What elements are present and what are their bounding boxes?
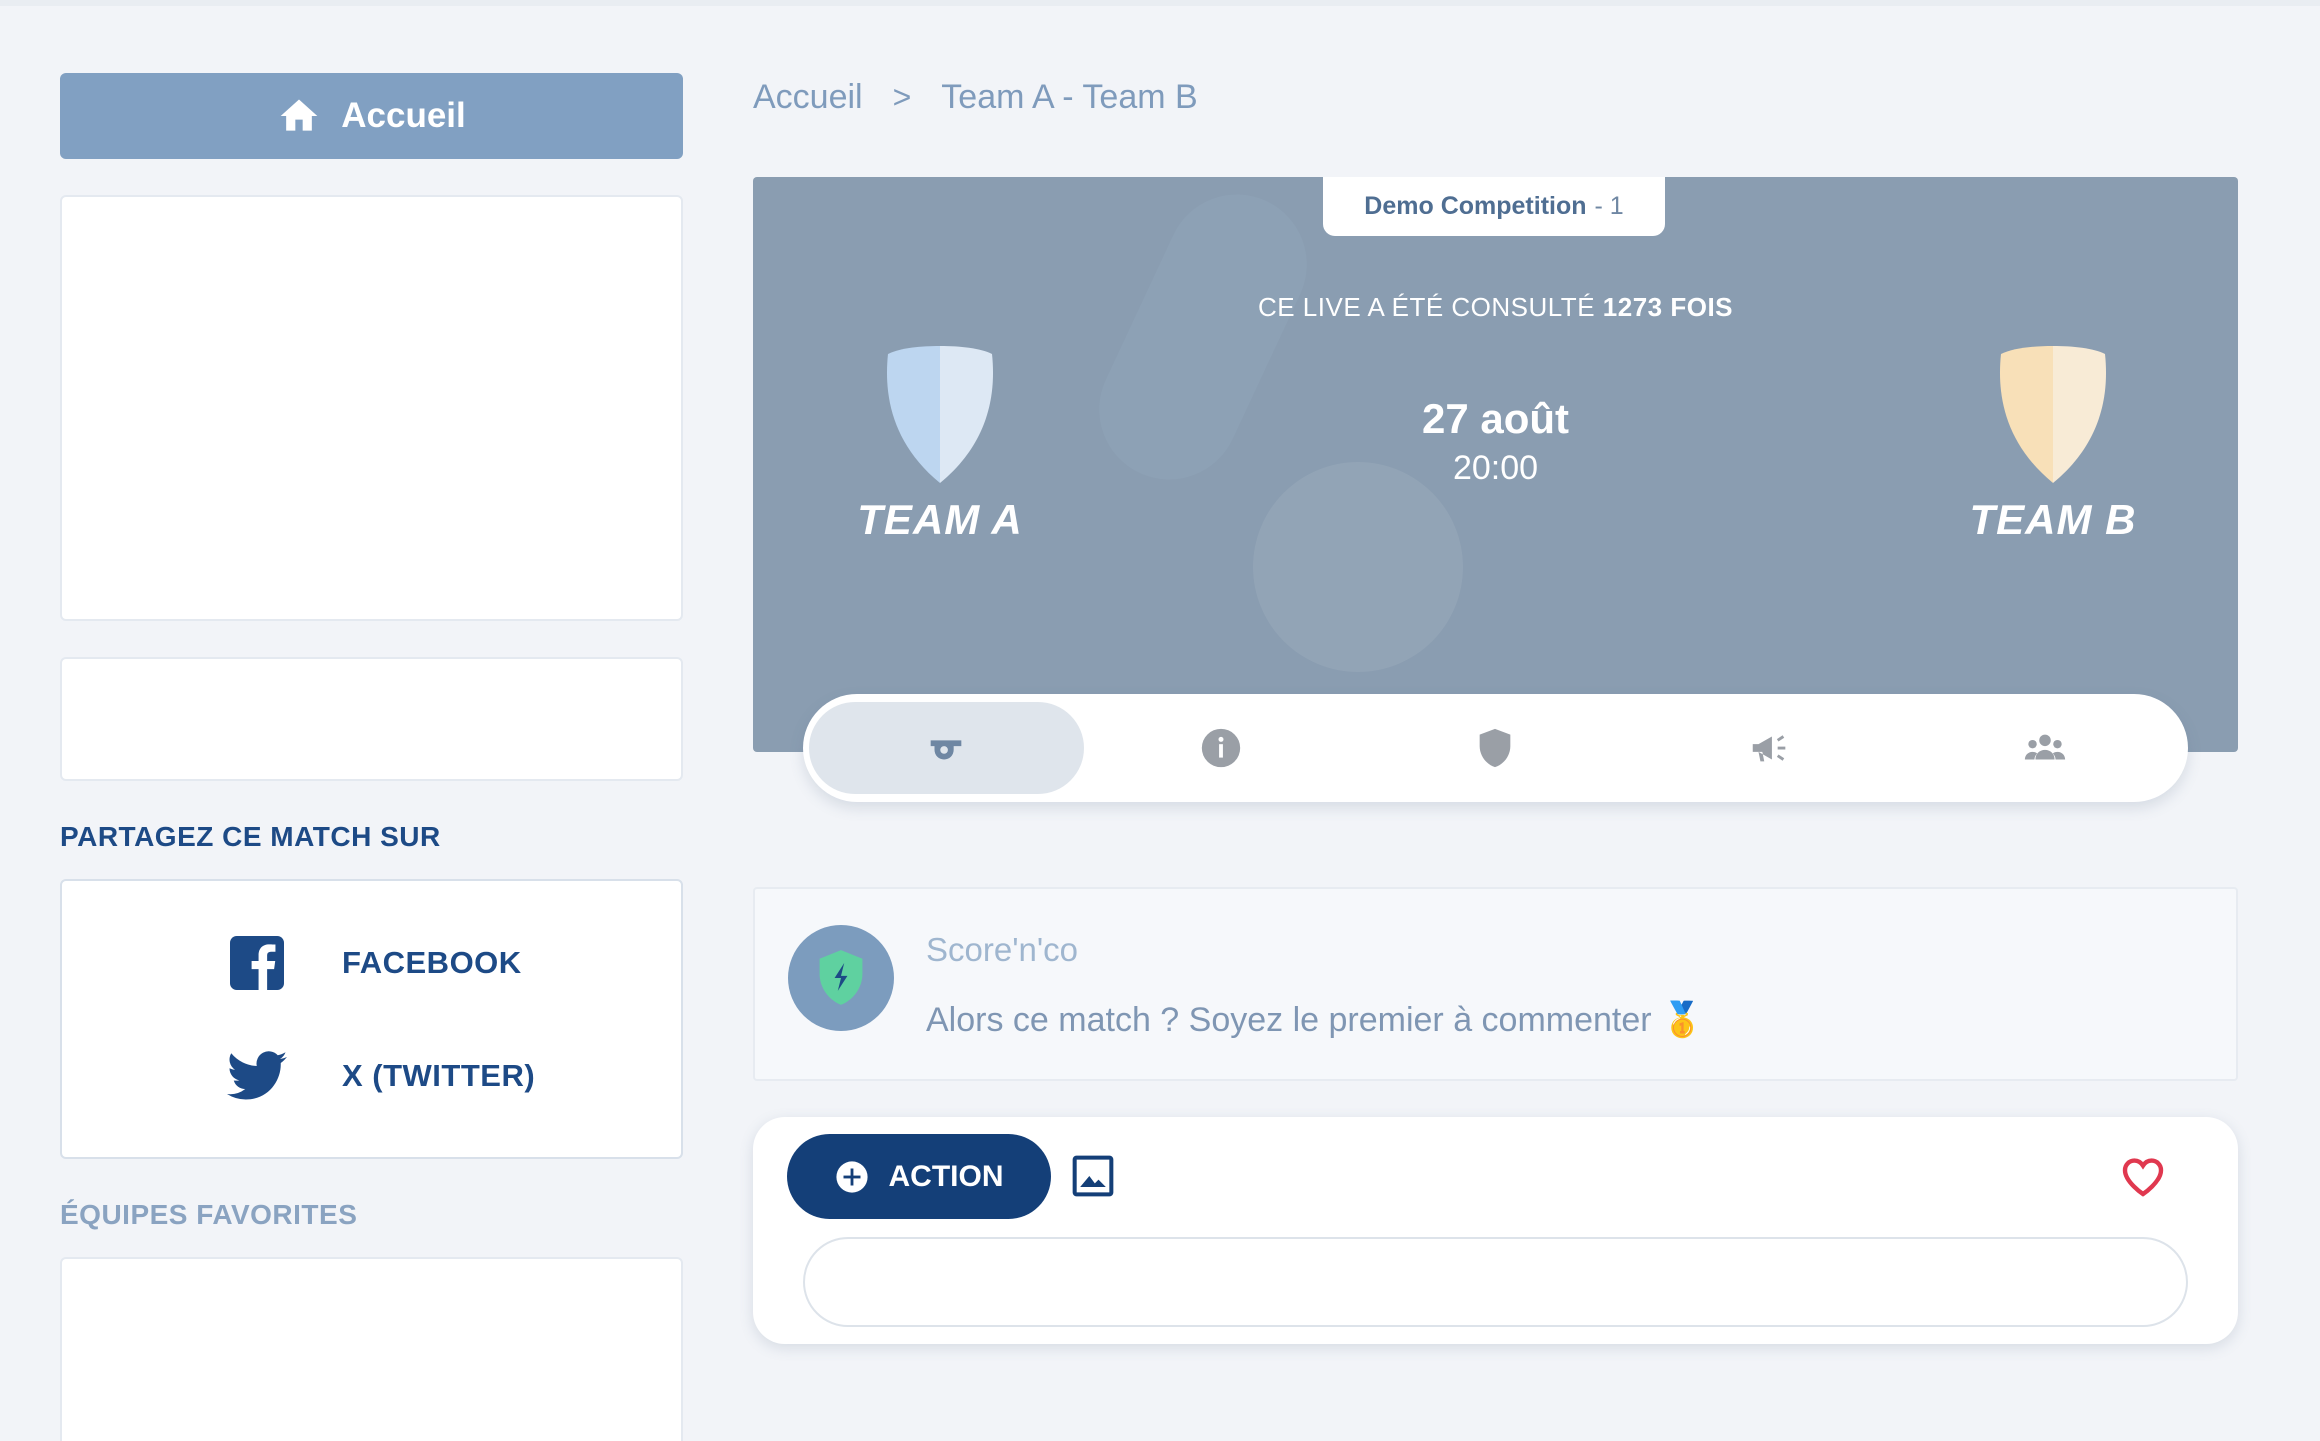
team-b-shield-icon [1999,346,2107,483]
comment-input[interactable] [803,1237,2188,1327]
views-count: 1273 FOIS [1602,292,1734,322]
share-title: PARTAGEZ CE MATCH SUR [60,821,441,852]
info-icon [1201,728,1241,768]
twitter-icon [222,1050,292,1102]
team-b[interactable]: TEAM B [1923,342,2183,544]
action-button[interactable]: ACTION [787,1134,1051,1219]
competition-round: - 1 [1594,192,1624,220]
breadcrumb: Accueil > Team A - Team B [753,78,1198,117]
shield-icon [1480,728,1511,768]
share-facebook-label: FACEBOOK [342,945,522,980]
image-upload-icon[interactable] [1071,1154,1115,1198]
megaphone-icon [1752,735,1786,762]
comment-item: Score'n'co Alors ce match ? Soyez le pre… [753,887,2238,1081]
action-button-label: ACTION [888,1159,1004,1193]
favorites-box [60,1257,683,1441]
competition-name: Demo Competition [1364,192,1587,220]
home-button[interactable]: Accueil [60,73,683,159]
widget-panel [60,657,683,781]
tab-lineups[interactable] [1907,702,2182,794]
share-box: FACEBOOK X (TWITTER) [60,879,683,1159]
whistle-icon [930,740,962,760]
home-button-label: Accueil [341,96,466,135]
group-icon [2024,734,2065,760]
tab-info[interactable] [1084,702,1359,794]
tab-live[interactable] [809,702,1084,794]
comment-message: Alors ce match ? Soyez le premier à comm… [926,1001,1704,1039]
breadcrumb-home[interactable]: Accueil [753,78,863,117]
views-counter: CE LIVE A ÉTÉ CONSULTÉ 1273 FOIS [753,292,2238,323]
team-b-name: TEAM B [1969,496,2137,543]
sidebar: Accueil PARTAGEZ CE MATCH SUR FACEBOOK X… [60,73,683,1441]
match-tabbar [803,694,2188,802]
scorenco-logo-icon [819,950,863,1005]
top-border [0,0,2320,6]
breadcrumb-separator: > [892,79,912,115]
ad-panel [60,195,683,621]
views-prefix: CE LIVE A ÉTÉ CONSULTÉ [1257,292,1596,322]
comment-composer: ACTION [753,1117,2238,1344]
breadcrumb-current: Team A - Team B [941,78,1198,116]
share-twitter[interactable]: X (TWITTER) [62,1050,681,1102]
share-facebook[interactable]: FACEBOOK [62,936,681,990]
favorites-title: ÉQUIPES FAVORITES [60,1199,358,1230]
match-hero: Demo Competition - 1 CE LIVE A ÉTÉ CONSU… [753,177,2238,752]
team-a-name: TEAM A [857,496,1023,543]
heart-icon[interactable] [2119,1153,2167,1201]
comment-author: Score'n'co [926,931,1079,968]
home-icon [280,99,318,131]
tab-teams[interactable] [1358,702,1633,794]
avatar [788,925,894,1031]
competition-tab[interactable]: Demo Competition - 1 [1323,177,1665,236]
share-twitter-label: X (TWITTER) [342,1058,536,1093]
plus-circle-icon [835,1160,868,1193]
facebook-icon [222,936,292,990]
hero-background-ball [1253,462,1463,672]
tab-news[interactable] [1633,702,1908,794]
